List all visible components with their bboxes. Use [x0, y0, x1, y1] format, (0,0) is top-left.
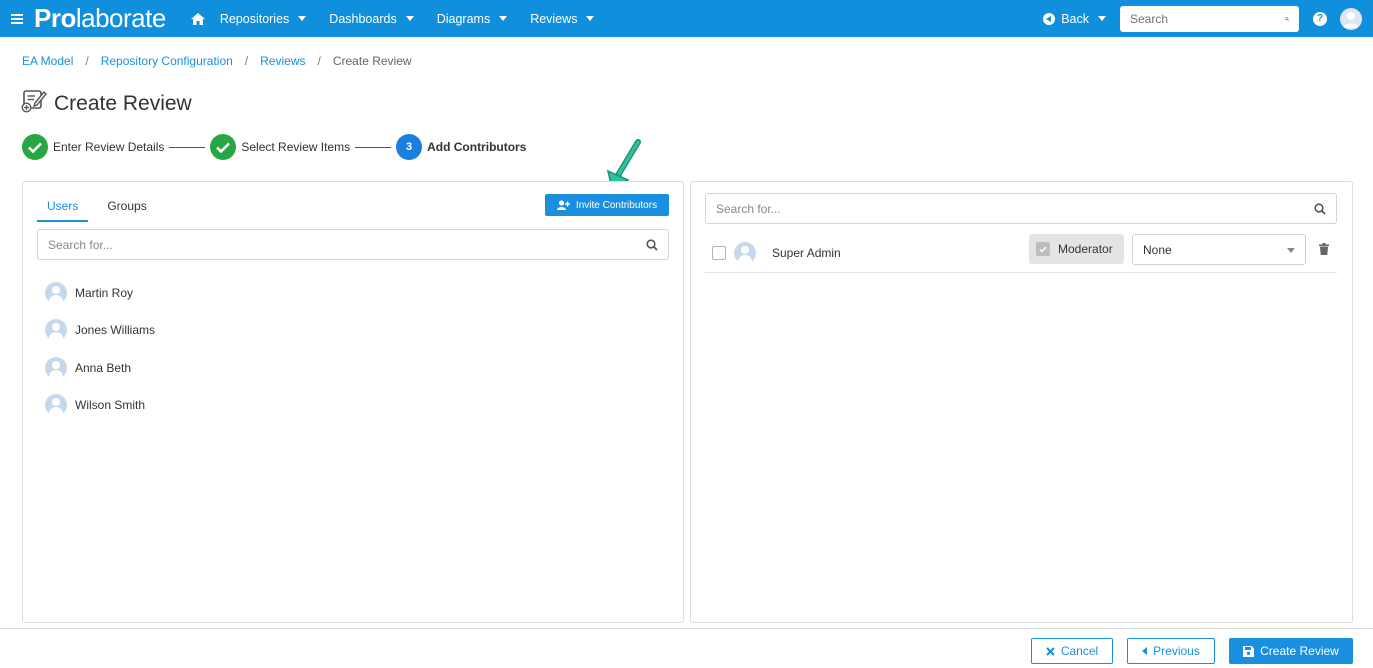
step-connector: [169, 146, 206, 148]
page-title-row: Create Review: [21, 88, 192, 120]
brand-logo-rest: laborate: [75, 3, 166, 33]
user-avatar-icon: [734, 241, 756, 264]
nav-diagrams-label: Diagrams: [436, 11, 491, 26]
contributor-select-checkbox[interactable]: [712, 245, 726, 260]
search-icon[interactable]: [1314, 202, 1326, 215]
moderator-check-icon: [1036, 242, 1050, 256]
close-icon: [1046, 646, 1055, 656]
breadcrumb-current: Create Review: [332, 54, 412, 68]
user-avatar-icon: [45, 319, 67, 342]
nav-diagrams[interactable]: Diagrams: [437, 0, 508, 37]
user-avatar-icon: [45, 356, 67, 379]
create-review-label: Create Review: [1260, 644, 1339, 658]
nav-reviews[interactable]: Reviews: [530, 0, 595, 37]
user-avatar[interactable]: [1340, 7, 1362, 30]
user-name: Martin Roy: [75, 285, 134, 300]
selected-contributors-panel: Super Admin Moderator None: [690, 181, 1353, 623]
moderator-label: Moderator: [1058, 242, 1113, 256]
user-group-tabs: Users Groups: [37, 194, 157, 222]
brand-logo[interactable]: Prolaborate: [34, 0, 166, 37]
top-navbar: Prolaborate Repositories Dashboards Diag…: [0, 0, 1373, 37]
back-label: Back: [1061, 11, 1089, 26]
chevron-down-icon: [1287, 248, 1295, 253]
page-title: Create Review: [54, 92, 192, 115]
step-enter-review-details[interactable]: Enter Review Details: [22, 134, 164, 160]
user-name: Anna Beth: [75, 360, 132, 375]
hamburger-menu-icon[interactable]: [0, 0, 34, 37]
caret-down-icon: [586, 16, 595, 21]
create-review-button[interactable]: Create Review: [1229, 638, 1353, 664]
help-icon[interactable]: ?: [1313, 11, 1327, 26]
global-search[interactable]: [1120, 5, 1299, 32]
search-icon[interactable]: [1285, 13, 1289, 25]
step-done-check-icon: [210, 134, 237, 160]
contributor-search-input[interactable]: [716, 201, 1314, 216]
caret-down-icon: [405, 16, 414, 21]
user-list: Martin Roy Jones Williams Anna Beth Wils…: [45, 274, 155, 424]
global-search-input[interactable]: [1130, 11, 1285, 26]
step-connector: [355, 146, 392, 148]
user-search-input[interactable]: [48, 237, 646, 252]
breadcrumb: EA Model / Repository Configuration / Re…: [22, 54, 412, 68]
navbar-right: Back ?: [1043, 0, 1373, 37]
list-item[interactable]: Anna Beth: [45, 349, 155, 387]
breadcrumb-repository-configuration[interactable]: Repository Configuration: [101, 54, 233, 68]
brand-logo-bold: Pro: [34, 3, 76, 33]
step-number: 3: [396, 134, 423, 160]
create-review-icon: [21, 88, 48, 120]
breadcrumb-separator: /: [85, 54, 89, 68]
previous-button[interactable]: Previous: [1127, 638, 1215, 664]
contributor-row: Super Admin Moderator None: [705, 233, 1337, 273]
breadcrumb-separator: /: [317, 54, 321, 68]
list-item[interactable]: Wilson Smith: [45, 387, 155, 425]
step-add-contributors[interactable]: 3 Add Contributors: [396, 134, 526, 160]
breadcrumb-reviews[interactable]: Reviews: [260, 54, 305, 68]
list-item[interactable]: Jones Williams: [45, 312, 155, 350]
home-icon[interactable]: [186, 0, 210, 37]
contributor-search[interactable]: [705, 193, 1337, 224]
wizard-stepper: Enter Review Details Select Review Items…: [22, 134, 526, 160]
nav-dashboards-label: Dashboards: [329, 11, 397, 26]
role-select-value: None: [1143, 242, 1172, 257]
contributor-name: Super Admin: [772, 245, 841, 260]
save-icon: [1243, 645, 1255, 657]
breadcrumb-separator: /: [244, 54, 249, 68]
invite-contributors-label: Invite Contributors: [575, 199, 658, 211]
tab-groups[interactable]: Groups: [97, 194, 156, 222]
nav-reviews-label: Reviews: [530, 11, 578, 26]
list-item[interactable]: Martin Roy: [45, 274, 155, 312]
caret-down-icon: [1098, 16, 1106, 21]
user-name: Jones Williams: [75, 323, 156, 338]
nav-repositories-label: Repositories: [219, 11, 290, 26]
previous-label: Previous: [1153, 644, 1200, 658]
step-label: Select Review Items: [241, 140, 351, 154]
search-icon[interactable]: [646, 238, 658, 251]
delete-contributor-icon[interactable]: [1319, 243, 1329, 258]
user-avatar-icon: [45, 281, 67, 304]
user-search[interactable]: [37, 229, 669, 260]
nav-repositories[interactable]: Repositories: [219, 0, 307, 37]
step-select-review-items[interactable]: Select Review Items: [210, 134, 350, 160]
role-select[interactable]: None: [1132, 234, 1306, 265]
cancel-button[interactable]: Cancel: [1031, 638, 1113, 664]
cancel-label: Cancel: [1060, 644, 1099, 658]
step-label: Add Contributors: [427, 140, 527, 154]
breadcrumb-ea-model[interactable]: EA Model: [22, 54, 73, 68]
moderator-toggle[interactable]: Moderator: [1029, 234, 1124, 264]
step-label: Enter Review Details: [53, 140, 165, 154]
back-arrow-icon: [1043, 12, 1056, 25]
caret-down-icon: [298, 16, 307, 21]
add-user-icon: [556, 200, 570, 210]
available-users-panel: Users Groups Invite Contributors Martin …: [22, 181, 684, 623]
caret-down-icon: [499, 16, 508, 21]
user-name: Wilson Smith: [75, 398, 146, 413]
tab-users[interactable]: Users: [37, 194, 89, 222]
caret-left-icon: [1142, 647, 1148, 655]
step-done-check-icon: [22, 134, 48, 160]
wizard-footer: Cancel Previous Create Review: [0, 628, 1373, 668]
user-avatar-icon: [45, 394, 67, 417]
invite-contributors-button[interactable]: Invite Contributors: [545, 194, 669, 216]
nav-dashboards[interactable]: Dashboards: [329, 0, 414, 37]
back-button[interactable]: Back: [1043, 12, 1106, 26]
